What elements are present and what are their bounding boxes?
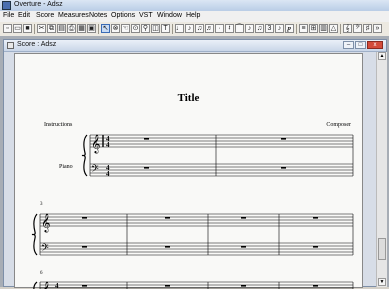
clef-icon[interactable]: 𝄞: [343, 24, 352, 33]
toolbar-separator: [98, 24, 99, 34]
minimize-button[interactable]: –: [343, 41, 354, 49]
dynamics-icon[interactable]: 𝆏: [285, 24, 294, 33]
menu-measures[interactable]: Measures: [58, 12, 89, 19]
eraser-icon[interactable]: ⊗: [111, 24, 120, 33]
treble-staff: [90, 134, 353, 148]
paste-icon[interactable]: ▤: [57, 24, 66, 33]
menu-file[interactable]: File: [3, 12, 14, 19]
eighth-note-icon[interactable]: ♫: [195, 24, 204, 33]
quarter-note-icon[interactable]: ♪: [185, 24, 194, 33]
rest-icon[interactable]: 𝄽: [225, 24, 234, 33]
brace: [33, 281, 38, 289]
bass-clef-icon: 𝄢: [91, 163, 99, 177]
menu-score[interactable]: Score: [36, 12, 54, 19]
arrow-tool-icon[interactable]: ↖: [101, 24, 110, 33]
score-window-titlebar: Score : Adsz – □ x: [4, 40, 386, 52]
app-title: Overture - Adsz: [14, 1, 63, 8]
sixteenth-note-icon[interactable]: ♬: [205, 24, 214, 33]
whole-note-icon[interactable]: ♩: [175, 24, 184, 33]
svg-text:4: 4: [106, 141, 110, 149]
treble-staff: [40, 213, 353, 227]
hand-icon[interactable]: ☜: [121, 24, 130, 33]
scroll-up-icon[interactable]: ▲: [378, 52, 386, 60]
keyboard-icon[interactable]: ▥: [319, 24, 328, 33]
print-preview-icon[interactable]: ▦: [77, 24, 86, 33]
score-staves[interactable]: 𝄞 𝄢 𝄞 𝄢 𝄞 44 44 4: [15, 54, 364, 289]
bass-clef-icon[interactable]: 𝄢: [353, 24, 362, 33]
expand-icon[interactable]: »: [373, 24, 382, 33]
vertical-scrollbar[interactable]: ▲ ▼: [376, 52, 387, 287]
bass-clef-icon: 𝄢: [41, 242, 49, 256]
app-icon: [2, 1, 11, 10]
copy-icon[interactable]: ⧉: [47, 24, 56, 33]
menu-window[interactable]: Window: [157, 12, 182, 19]
menu-edit[interactable]: Edit: [18, 12, 30, 19]
new-icon[interactable]: ▫: [3, 24, 12, 33]
treble-clef-icon: 𝄞: [41, 281, 50, 289]
menu-options[interactable]: Options: [111, 12, 135, 19]
cut-icon[interactable]: ✂: [37, 24, 46, 33]
rests: [82, 138, 318, 287]
scroll-down-icon[interactable]: ▼: [378, 278, 386, 286]
score-page[interactable]: Title Instructions Composer Piano 3 6 𝄞 …: [14, 53, 364, 289]
open-icon[interactable]: ▭: [13, 24, 22, 33]
menu-help[interactable]: Help: [186, 12, 200, 19]
palette-icon[interactable]: ♯: [363, 24, 372, 33]
text-tool-icon[interactable]: T: [161, 24, 170, 33]
mixer-icon[interactable]: ⊞: [309, 24, 318, 33]
score-doc-icon: [7, 42, 14, 49]
bass-staff: [40, 242, 353, 256]
brace: [31, 213, 38, 256]
close-button[interactable]: x: [367, 41, 383, 49]
svg-text:4: 4: [106, 170, 110, 178]
grace-note-icon[interactable]: ♪: [275, 24, 284, 33]
toolbar-separator: [340, 24, 341, 34]
toolbar-separator: [172, 24, 173, 34]
score-window: Score : Adsz – □ x Title Instructions Co…: [3, 39, 387, 289]
beam-icon[interactable]: ♫: [255, 24, 264, 33]
tuplet-icon[interactable]: 3: [265, 24, 274, 33]
score-window-title: Score : Adsz: [17, 41, 57, 48]
metronome-icon[interactable]: △: [329, 24, 338, 33]
treble-clef-icon: 𝄞: [41, 213, 50, 233]
properties-icon[interactable]: ▣: [87, 24, 96, 33]
bass-staff: [90, 163, 353, 177]
menu-vst[interactable]: VST: [139, 12, 153, 19]
svg-text:4: 4: [55, 282, 59, 289]
lasso-icon[interactable]: ⊙: [131, 24, 140, 33]
menu-notes[interactable]: Notes: [89, 12, 107, 19]
toolbar: ▫ ▭ ■ ✂ ⧉ ▤ ⎙ ▦ ▣ ↖ ⊗ ☜ ⊙ ⚲ ◫ T ♩ ♪ ♫ ♬ …: [0, 22, 389, 37]
toolbar-separator: [296, 24, 297, 34]
zoom-icon[interactable]: ⚲: [141, 24, 150, 33]
selection-icon[interactable]: ◫: [151, 24, 160, 33]
note-flag-icon[interactable]: ♪: [245, 24, 254, 33]
save-icon[interactable]: ■: [23, 24, 32, 33]
brace: [81, 134, 88, 177]
dot-icon[interactable]: ·: [215, 24, 224, 33]
maximize-button[interactable]: □: [355, 41, 366, 49]
time-signature: 44 44 4: [55, 135, 110, 289]
print-icon[interactable]: ⎙: [67, 24, 76, 33]
treble-clef-icon: 𝄞: [91, 134, 100, 154]
toolbar-separator: [34, 24, 35, 34]
tie-icon[interactable]: ⁀: [235, 24, 244, 33]
chord-icon[interactable]: ≡: [299, 24, 308, 33]
scroll-thumb[interactable]: [378, 238, 386, 260]
